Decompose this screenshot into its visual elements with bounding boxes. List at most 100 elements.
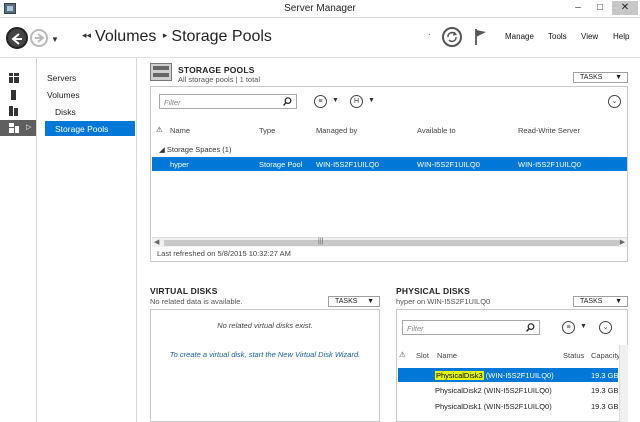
tasks-dropdown-icon: ▼ — [615, 298, 622, 305]
query-options-dropdown-icon[interactable]: ▼ — [580, 323, 587, 330]
physical-disks-subtitle: hyper on WIN-I5S2F1UILQ0 — [396, 297, 491, 306]
menu-tools[interactable]: Tools — [548, 32, 567, 41]
scroll-left-icon[interactable]: ◀ — [154, 238, 159, 246]
virtual-disks-panel: No related virtual disks exist. To creat… — [150, 309, 380, 422]
warning-column-icon: ⚠ — [399, 350, 406, 359]
tasks-label: TASKS — [580, 74, 603, 81]
nav-volumes[interactable]: Volumes — [47, 90, 80, 100]
table-row[interactable]: hyper Storage Pool WIN-I5S2F1UILQ0 WIN-I… — [152, 157, 627, 171]
rail-local-server[interactable] — [0, 87, 36, 103]
content-area: STORAGE POOLS All storage pools | 1 tota… — [138, 58, 640, 422]
scroll-right-icon[interactable]: ▶ — [620, 238, 625, 246]
col-status[interactable]: Status — [563, 351, 584, 360]
menu-help[interactable]: Help — [613, 32, 629, 41]
physical-disks-tasks-button[interactable]: TASKS ▼ — [573, 296, 628, 307]
tasks-dropdown-icon: ▼ — [615, 74, 622, 81]
file-storage-icon — [9, 123, 19, 133]
filter-placeholder: Filter — [164, 98, 181, 107]
last-refreshed: Last refreshed on 5/8/2015 10:32:27 AM — [157, 249, 291, 258]
disk-capacity: 19.3 GB — [591, 386, 619, 395]
virtual-disks-tasks-button[interactable]: TASKS ▼ — [328, 296, 380, 307]
query-options-button[interactable]: ≡ — [562, 321, 575, 334]
storage-pools-panel: Filter ≡ ▼ H ▼ ⌄ ⚠ Name Type Managed by … — [150, 86, 628, 262]
maximize-button[interactable]: □ — [590, 1, 610, 15]
disk-capacity: 19.3 GB — [591, 402, 619, 411]
pool-rw-server: WIN-I5S2F1UILQ0 — [518, 160, 581, 169]
icon-rail: ▷ — [0, 58, 37, 422]
storage-pool-icon — [150, 63, 172, 81]
breadcrumb-storage-pools[interactable]: Storage Pools — [171, 28, 272, 45]
vertical-scrollbar[interactable] — [619, 345, 628, 422]
col-type[interactable]: Type — [259, 126, 275, 135]
collapse-arrow-icon: ◢ — [159, 145, 167, 154]
breadcrumb: ◂◂ Volumes ▸ Storage Pools — [80, 28, 272, 46]
group-storage-spaces[interactable]: ◢ Storage Spaces (1) — [159, 145, 231, 154]
notifications-flag-icon[interactable] — [474, 28, 488, 46]
col-name[interactable]: Name — [437, 351, 457, 360]
query-options-dropdown-icon[interactable]: ▼ — [332, 97, 339, 104]
refresh-icon[interactable] — [442, 27, 462, 47]
navigation-pane: Servers Volumes Disks Storage Pools — [37, 58, 137, 422]
col-managed-by[interactable]: Managed by — [316, 126, 357, 135]
new-virtual-disk-link[interactable]: To create a virtual disk, start the New … — [151, 350, 379, 359]
group-label: Storage Spaces (1) — [166, 145, 232, 154]
minimize-button[interactable]: – — [568, 1, 588, 15]
filter-placeholder: Filter — [407, 324, 424, 333]
breadcrumb-volumes[interactable]: Volumes — [95, 28, 156, 45]
disk-name[interactable]: PhysicalDisk1 (WIN-I5S2F1UILQ0) — [435, 402, 552, 411]
rail-all-servers[interactable] — [0, 103, 36, 119]
menu-view[interactable]: View — [581, 32, 598, 41]
virtual-disks-title: VIRTUAL DISKS — [150, 286, 218, 296]
physical-disks-filter-input[interactable]: Filter — [402, 320, 540, 335]
expand-collapse-button[interactable]: ⌄ — [608, 95, 621, 108]
virtual-disks-empty-message: No related virtual disks exist. — [217, 321, 313, 330]
col-capacity[interactable]: Capacity — [591, 351, 620, 360]
pool-available-to: WIN-I5S2F1UILQ0 — [417, 160, 480, 169]
window-title: Server Manager — [284, 3, 356, 14]
history-dropdown-icon[interactable]: ▼ — [51, 35, 59, 44]
search-icon[interactable] — [526, 323, 535, 332]
dot-separator-icon: · — [428, 30, 431, 39]
rail-file-storage-services[interactable]: ▷ — [0, 120, 36, 136]
title-bar: Server Manager – □ ✕ — [0, 0, 640, 18]
col-slot[interactable]: Slot — [416, 351, 429, 360]
expand-collapse-button[interactable]: ⌄ — [599, 321, 612, 334]
disk-capacity: 19.3 GB — [591, 371, 619, 380]
col-available-to[interactable]: Available to — [417, 126, 456, 135]
menu-manage[interactable]: Manage — [505, 32, 534, 41]
warning-column-icon: ⚠ — [156, 125, 163, 134]
query-options-button[interactable]: ≡ — [314, 95, 327, 108]
breadcrumb-separator-icon: ▸ — [162, 30, 168, 40]
back-button[interactable] — [6, 27, 28, 49]
col-name[interactable]: Name — [170, 126, 190, 135]
nav-disks[interactable]: Disks — [55, 107, 76, 117]
nav-servers[interactable]: Servers — [47, 73, 76, 83]
scroll-grip-icon: ||| — [318, 238, 324, 245]
rail-dashboard[interactable] — [0, 70, 36, 86]
saved-queries-button[interactable]: H — [350, 95, 363, 108]
disk-name[interactable]: PhysicalDisk2 (WIN-I5S2F1UILQ0) — [435, 386, 552, 395]
scrollbar-thumb[interactable] — [164, 240, 619, 246]
storage-pools-filter-input[interactable]: Filter — [159, 94, 297, 109]
disk-name: PhysicalDisk3 (WIN-I5S2F1UILQ0) — [435, 371, 554, 380]
virtual-disks-subtitle: No related data is available. — [150, 297, 243, 306]
search-icon[interactable] — [283, 97, 292, 106]
col-rw-server[interactable]: Read-Write Server — [518, 126, 580, 135]
table-row[interactable]: PhysicalDisk3 (WIN-I5S2F1UILQ0) 19.3 GB — [398, 368, 619, 382]
saved-queries-dropdown-icon[interactable]: ▼ — [368, 97, 375, 104]
tasks-label: TASKS — [580, 298, 603, 305]
header-bar: ▼ ◂◂ Volumes ▸ Storage Pools · Manage Tool… — [0, 18, 640, 58]
storage-pools-tasks-button[interactable]: TASKS ▼ — [573, 72, 628, 83]
horizontal-scrollbar[interactable]: ◀ ||| ▶ — [152, 237, 627, 247]
pool-managed-by: WIN-I5S2F1UILQ0 — [316, 160, 379, 169]
close-button[interactable]: ✕ — [612, 1, 638, 15]
expand-arrow-icon: ▷ — [26, 124, 32, 131]
breadcrumb-chevron-icon: ◂◂ — [82, 30, 92, 40]
all-servers-icon — [9, 106, 18, 116]
tasks-label: TASKS — [335, 298, 358, 305]
forward-button[interactable] — [30, 29, 48, 47]
refresh-arrows-icon — [447, 31, 458, 43]
physical-disks-title: PHYSICAL DISKS — [396, 286, 470, 296]
nav-storage-pools[interactable]: Storage Pools — [45, 121, 135, 136]
storage-pools-subtitle: All storage pools | 1 total — [178, 75, 260, 84]
